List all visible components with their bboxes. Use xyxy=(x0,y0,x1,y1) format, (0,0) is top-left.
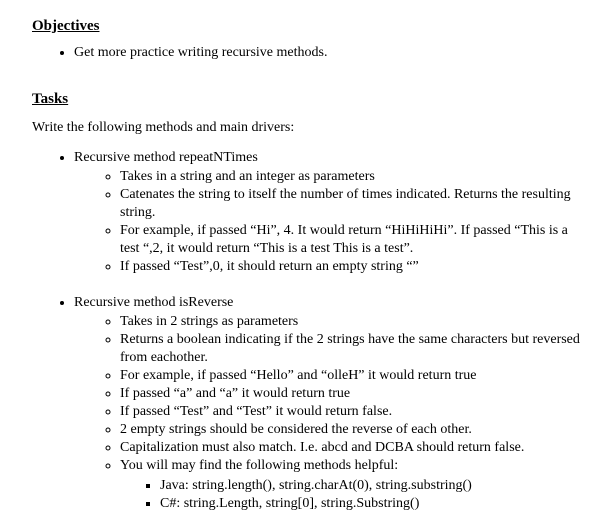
method-points: Takes in 2 strings as parameters Returns… xyxy=(110,313,585,512)
list-item: Takes in a string and an integer as para… xyxy=(120,168,585,186)
list-item: 2 empty strings should be considered the… xyxy=(120,421,585,439)
list-item: If passed “a” and “a” it would return tr… xyxy=(120,385,585,403)
list-item-text: You will may find the following methods … xyxy=(120,458,398,473)
helpful-methods: Java: string.length(), string.charAt(0),… xyxy=(152,477,585,513)
method-title: Recursive method repeatNTimes xyxy=(74,150,258,165)
list-item: Catenates the string to itself the numbe… xyxy=(120,186,585,222)
list-item: You will may find the following methods … xyxy=(120,457,585,513)
list-item: For example, if passed “Hello” and “olle… xyxy=(120,367,585,385)
list-item: C#: string.Length, string[0], string.Sub… xyxy=(160,495,585,513)
method-item: Recursive method repeatNTimes Takes in a… xyxy=(74,150,585,275)
list-item: Takes in 2 strings as parameters xyxy=(120,313,585,331)
objectives-list: Get more practice writing recursive meth… xyxy=(56,45,585,61)
list-item: Capitalization must also match. I.e. abc… xyxy=(120,439,585,457)
list-item: If passed “Test”,0, it should return an … xyxy=(120,258,585,276)
tasks-heading: Tasks xyxy=(32,91,585,108)
tasks-intro: Write the following methods and main dri… xyxy=(32,120,585,136)
methods-list: Recursive method repeatNTimes Takes in a… xyxy=(56,150,585,275)
list-item: If passed “Test” and “Test” it would ret… xyxy=(120,403,585,421)
method-points: Takes in a string and an integer as para… xyxy=(110,168,585,275)
objectives-heading: Objectives xyxy=(32,18,585,35)
list-item: Get more practice writing recursive meth… xyxy=(74,45,585,61)
methods-list: Recursive method isReverse Takes in 2 st… xyxy=(56,295,585,512)
list-item: Returns a boolean indicating if the 2 st… xyxy=(120,331,585,367)
method-item: Recursive method isReverse Takes in 2 st… xyxy=(74,295,585,512)
list-item: For example, if passed “Hi”, 4. It would… xyxy=(120,222,585,258)
method-title: Recursive method isReverse xyxy=(74,295,233,310)
list-item: Java: string.length(), string.charAt(0),… xyxy=(160,477,585,495)
